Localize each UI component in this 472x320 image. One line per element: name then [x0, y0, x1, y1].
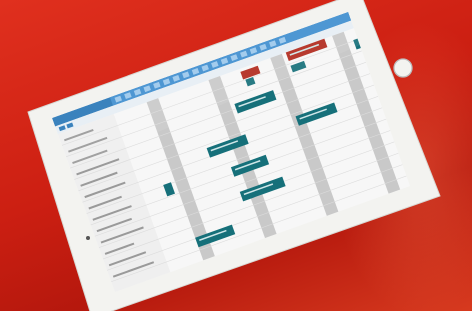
- scene: [0, 0, 472, 311]
- home-button[interactable]: [393, 58, 413, 78]
- tablet-illustration: [27, 0, 441, 311]
- camera-dot: [86, 236, 90, 240]
